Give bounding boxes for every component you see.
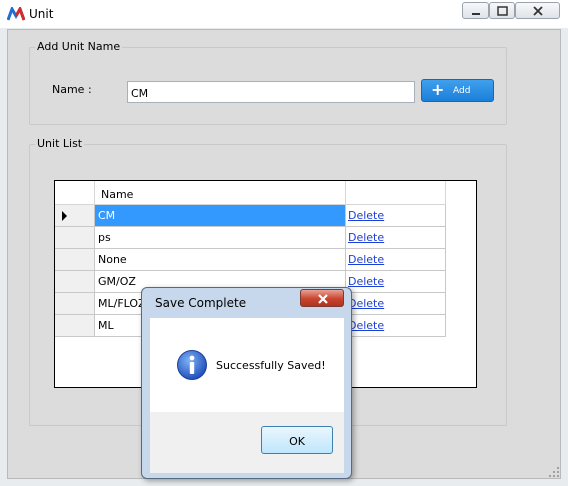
delete-cell: Delete	[346, 205, 446, 227]
minimize-button[interactable]	[462, 2, 489, 19]
dialog-title: Save Complete	[155, 296, 247, 310]
row-header[interactable]	[55, 227, 95, 249]
info-icon	[177, 350, 207, 380]
name-cell[interactable]: CM	[95, 205, 346, 227]
row-header[interactable]	[55, 205, 95, 227]
close-icon	[318, 294, 328, 304]
name-cell[interactable]: ps	[95, 227, 346, 249]
ok-button[interactable]: OK	[261, 426, 333, 454]
add-button[interactable]: + Add	[421, 79, 494, 102]
maximize-button[interactable]	[489, 2, 515, 19]
grid-header: Name	[55, 181, 446, 205]
add-unit-legend: Add Unit Name	[35, 40, 123, 53]
dialog-message: Successfully Saved!	[216, 359, 326, 372]
window-title: Unit	[29, 7, 54, 21]
unit-window: Unit Add Unit Name Name : CM + Add Unit …	[0, 0, 568, 486]
delete-cell: Delete	[346, 227, 446, 249]
close-button[interactable]	[515, 2, 560, 19]
column-header-name[interactable]: Name	[95, 181, 346, 205]
minimize-icon	[472, 13, 480, 15]
add-button-label: Add	[453, 86, 471, 96]
row-header[interactable]	[55, 293, 95, 315]
close-icon	[533, 6, 543, 16]
delete-link[interactable]: Delete	[348, 275, 384, 288]
delete-link[interactable]: Delete	[348, 319, 384, 332]
title-bar: Unit	[0, 0, 568, 28]
delete-cell: Delete	[346, 249, 446, 271]
delete-link[interactable]: Delete	[348, 297, 384, 310]
current-row-arrow-icon	[62, 211, 67, 221]
delete-link[interactable]: Delete	[348, 253, 384, 266]
header-corner	[55, 181, 95, 205]
dialog-footer: OK	[150, 412, 344, 473]
row-header[interactable]	[55, 249, 95, 271]
column-header-action	[346, 181, 446, 205]
delete-cell: Delete	[346, 293, 446, 315]
name-cell[interactable]: None	[95, 249, 346, 271]
app-logo-icon	[7, 7, 25, 21]
row-header[interactable]	[55, 271, 95, 293]
name-label: Name :	[52, 83, 92, 96]
maximize-icon	[497, 6, 508, 16]
save-complete-dialog: Save Complete Successfully Saved! OK	[141, 287, 352, 479]
dialog-close-button[interactable]	[300, 289, 344, 307]
plus-icon: +	[431, 80, 445, 99]
resize-grip-icon[interactable]	[548, 466, 560, 478]
unit-list-legend: Unit List	[35, 137, 85, 150]
delete-cell: Delete	[346, 271, 446, 293]
delete-cell: Delete	[346, 315, 446, 337]
row-header[interactable]	[55, 315, 95, 337]
unit-name-input[interactable]: CM	[127, 81, 415, 103]
delete-link[interactable]: Delete	[348, 231, 384, 244]
delete-link[interactable]: Delete	[348, 209, 384, 222]
dialog-body: Successfully Saved!	[150, 318, 344, 412]
